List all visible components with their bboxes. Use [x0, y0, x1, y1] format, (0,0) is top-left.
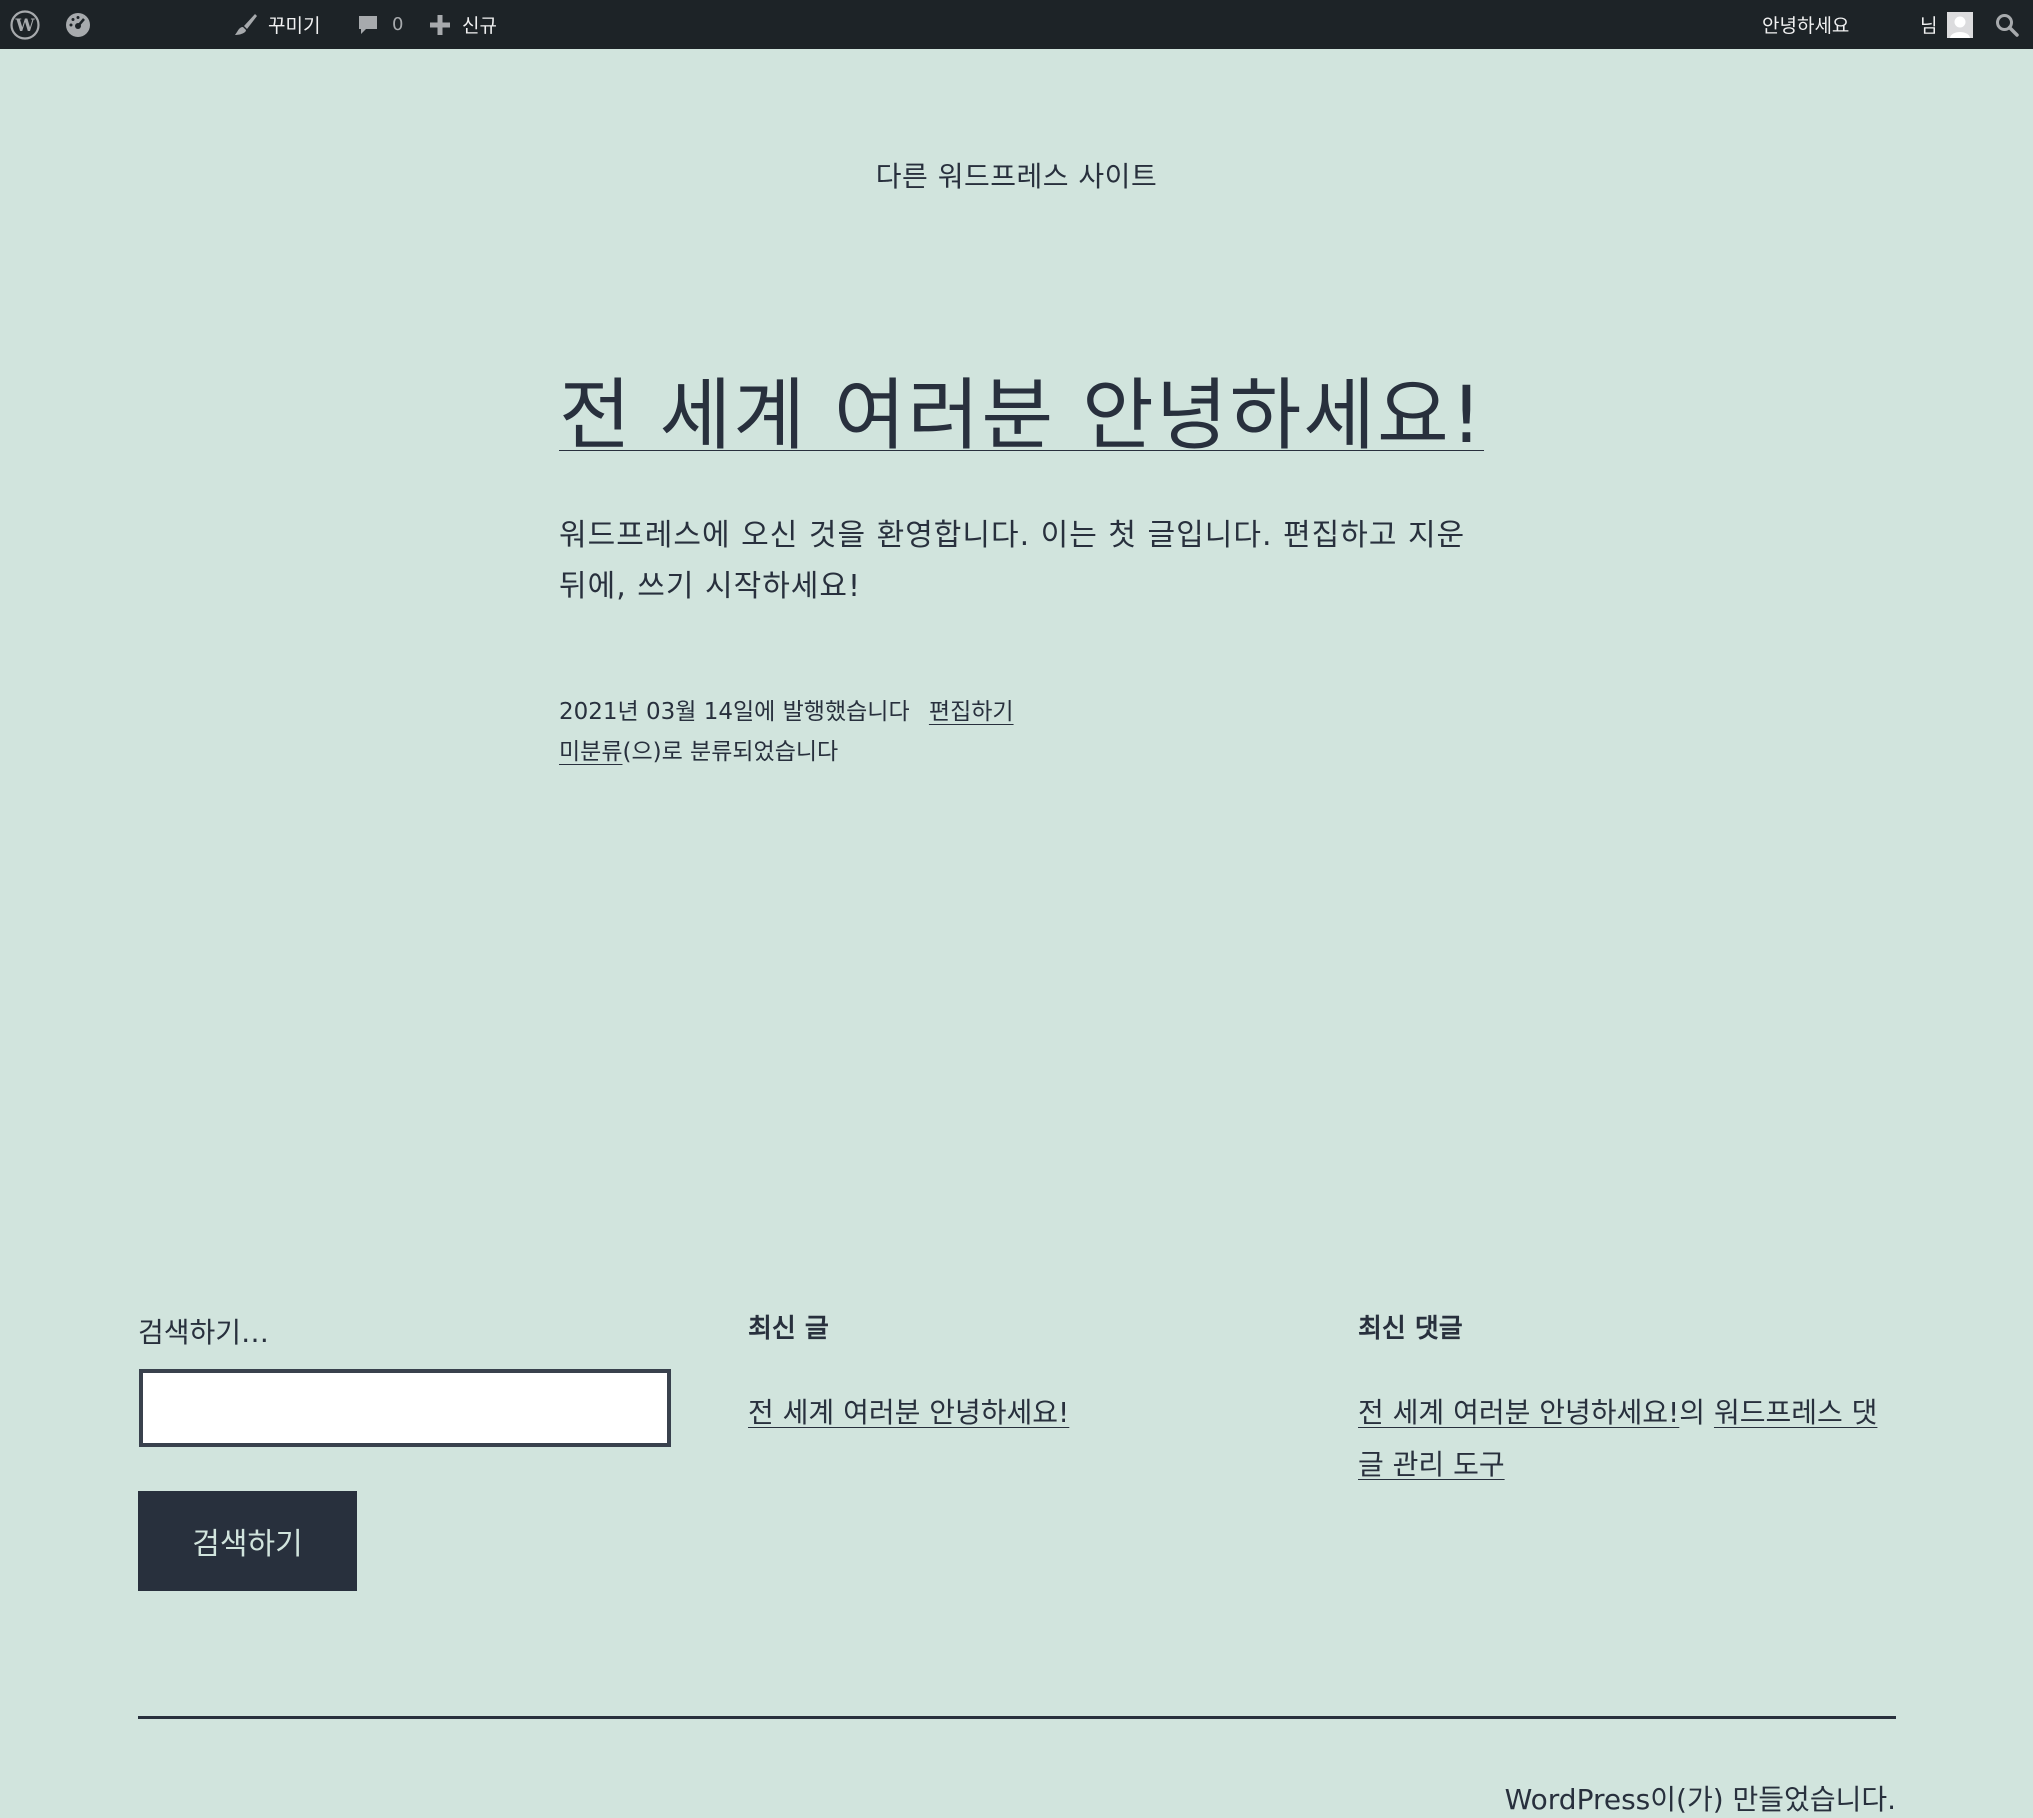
comment-bubble-icon	[356, 13, 380, 37]
user-name-label: 님	[1920, 15, 1938, 37]
post-title[interactable]: 전 세계 여러분 안녕하세요!	[559, 370, 1484, 464]
search-label: 검색하기…	[138, 1316, 270, 1349]
admin-bar: W 꾸미기 0 신규 안녕하세요 님	[0, 0, 2033, 49]
greeting-label: 안녕하세요	[1762, 15, 1850, 37]
post-content: 워드프레스에 오신 것을 환영합니다. 이는 첫 글입니다. 편집하고 지운 뒤…	[559, 518, 1466, 604]
recent-posts-widget: 최신 글 전 세계 여러분 안녕하세요!	[748, 1305, 1288, 1439]
customize-label: 꾸미기	[268, 15, 321, 37]
category-link[interactable]: 미분류	[559, 739, 622, 765]
search-icon[interactable]	[1994, 0, 2020, 49]
comments-menu-item[interactable]: 0	[356, 0, 403, 49]
comment-connector: 의	[1679, 1396, 1706, 1429]
svg-text:W: W	[14, 16, 35, 36]
post-meta: 2021년 03월 14일에 발행했습니다 편집하기 미분류(으)로 분류되었습…	[559, 692, 1014, 772]
customize-menu-item[interactable]: 꾸미기	[232, 0, 320, 49]
plus-icon	[428, 13, 452, 37]
search-button[interactable]: 검색하기	[138, 1491, 357, 1591]
comment-post-link[interactable]: 전 세계 여러분 안녕하세요!	[1358, 1396, 1679, 1429]
site-title[interactable]: 다른 워드프레스 사이트	[0, 155, 2033, 195]
post-category-line: 미분류(으)로 분류되었습니다	[559, 732, 1014, 772]
new-label: 신규	[462, 15, 497, 37]
recent-posts-title: 최신 글	[748, 1314, 829, 1344]
new-content-menu-item[interactable]: 신규	[428, 0, 497, 49]
powered-by-link[interactable]: WordPress이(가) 만들었습니다.	[1505, 1778, 1896, 1818]
recent-comments-title: 최신 댓글	[1358, 1314, 1463, 1344]
post-date-line: 2021년 03월 14일에 발행했습니다 편집하기	[559, 692, 1014, 732]
footer-divider	[138, 1716, 1896, 1719]
greeting-menu-item[interactable]: 안녕하세요	[1762, 0, 1849, 49]
category-suffix: (으)로 분류되었습니다	[622, 739, 839, 765]
recent-post-link[interactable]: 전 세계 여러분 안녕하세요!	[748, 1396, 1069, 1429]
user-account-menu[interactable]: 님	[1920, 0, 1974, 49]
comments-count: 0	[392, 14, 404, 35]
avatar	[1947, 11, 1974, 38]
search-input[interactable]	[139, 1369, 671, 1447]
search-widget: 검색하기…	[138, 1305, 678, 1357]
dashboard-icon[interactable]	[64, 0, 92, 49]
recent-comments-widget: 최신 댓글 전 세계 여러분 안녕하세요!의 워드프레스 댓글 관리 도구	[1358, 1305, 1898, 1491]
recent-comment-item: 전 세계 여러분 안녕하세요!의 워드프레스 댓글 관리 도구	[1358, 1387, 1898, 1491]
post-published-date: 2021년 03월 14일에 발행했습니다	[559, 699, 910, 725]
wordpress-logo-icon[interactable]: W	[10, 0, 40, 49]
edit-post-link[interactable]: 편집하기	[929, 699, 1014, 725]
paintbrush-icon	[232, 12, 258, 38]
